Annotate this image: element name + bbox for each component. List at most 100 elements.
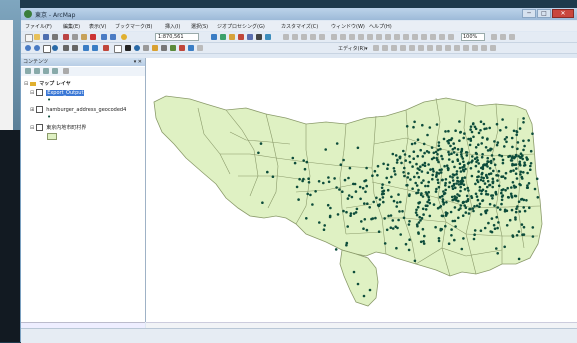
layer-label[interactable]: Export_Output	[46, 90, 85, 96]
menu-file[interactable]: ファイル(F)	[25, 23, 52, 30]
point-feature	[415, 213, 419, 217]
georef-icon[interactable]	[292, 34, 298, 40]
network-icon[interactable]	[319, 34, 325, 40]
layer-row-export-output[interactable]: ⊟ Export_Output	[30, 89, 85, 96]
collapse-icon[interactable]: ⊟	[30, 90, 34, 96]
minimize-button[interactable]: ─	[522, 9, 536, 18]
zoom-in-icon[interactable]	[25, 45, 31, 51]
fixed-zoom-out-icon[interactable]	[72, 45, 78, 51]
measure-icon[interactable]	[161, 45, 167, 51]
title-bar[interactable]: 東京 - ArcMap ─ □ ✕	[21, 8, 577, 20]
point-feature	[458, 166, 462, 170]
menu-geoprocessing[interactable]: ジオプロセシング(G)	[217, 23, 265, 30]
close-button[interactable]: ✕	[552, 9, 574, 18]
topology-icon[interactable]	[310, 34, 316, 40]
layer-visibility-checkbox[interactable]	[35, 124, 43, 131]
point-feature	[463, 132, 466, 135]
layer-visibility-checkbox[interactable]	[35, 106, 43, 113]
cut-icon[interactable]	[63, 34, 69, 40]
point-feature	[515, 207, 518, 210]
list-by-drawing-order-icon[interactable]	[25, 68, 31, 74]
point-feature	[529, 149, 533, 153]
save-icon[interactable]	[43, 34, 49, 40]
point-feature	[374, 216, 377, 220]
hyperlink-icon[interactable]	[143, 45, 149, 51]
layer-row-hamburger[interactable]: ⊞ hamburger_address_geocoded4	[30, 106, 126, 113]
point-feature	[416, 224, 419, 228]
time-slider-icon[interactable]	[197, 45, 203, 51]
point-feature	[514, 163, 518, 166]
go-to-xy-icon[interactable]	[188, 45, 194, 51]
find-route-icon[interactable]	[179, 45, 185, 51]
list-by-visibility-icon[interactable]	[43, 68, 49, 74]
spatial-adjust-icon[interactable]	[301, 34, 307, 40]
menu-insert[interactable]: 挿入(I)	[165, 23, 180, 30]
layer-row-municipalities[interactable]: ⊟ 東京内地市町村界	[30, 124, 86, 131]
layer-visibility-checkbox[interactable]	[35, 89, 43, 96]
html-popup-icon[interactable]	[152, 45, 158, 51]
point-feature	[399, 200, 402, 204]
toc-window-icon[interactable]	[220, 34, 226, 40]
maximize-button[interactable]: □	[537, 9, 551, 18]
paste-icon[interactable]	[81, 34, 87, 40]
point-feature	[480, 155, 484, 159]
identify-icon[interactable]	[134, 45, 140, 51]
new-document-icon[interactable]	[25, 34, 33, 42]
arctoolbox-icon[interactable]	[247, 34, 253, 40]
snapping-icon[interactable]	[283, 34, 289, 40]
disabled-tool-icon	[385, 34, 391, 40]
toc-pin-close-buttons[interactable]: ▾ ✕	[134, 58, 142, 66]
point-feature	[511, 234, 514, 237]
select-elements-icon[interactable]	[125, 45, 131, 51]
editor-menu[interactable]: エディタ(R)▾	[338, 45, 368, 52]
layer-group-row[interactable]: ⊟ マップ レイヤ	[24, 80, 71, 87]
zoom-out-icon[interactable]	[34, 45, 40, 51]
add-data-icon[interactable]	[121, 34, 127, 40]
point-feature	[376, 174, 379, 177]
zoom-combo[interactable]: 100%	[461, 33, 485, 41]
search-window-icon[interactable]	[238, 34, 244, 40]
forward-extent-icon[interactable]	[92, 45, 98, 51]
menu-selection[interactable]: 選択(S)	[191, 23, 208, 30]
select-features-icon[interactable]	[103, 45, 109, 51]
python-window-icon[interactable]	[256, 34, 262, 40]
menu-edit[interactable]: 編集(E)	[63, 23, 80, 30]
menu-windows[interactable]: ウィンドウ(W)	[331, 23, 365, 30]
find-icon[interactable]	[170, 45, 176, 51]
list-by-source-icon[interactable]	[34, 68, 40, 74]
point-feature	[365, 228, 369, 232]
collapse-icon[interactable]: ⊟	[24, 81, 28, 87]
fixed-zoom-in-icon[interactable]	[63, 45, 69, 51]
point-feature	[318, 221, 321, 224]
expand-icon[interactable]: ⊞	[30, 107, 34, 113]
editor-toolbar-icon[interactable]	[211, 34, 217, 40]
options-icon[interactable]	[63, 68, 69, 74]
point-feature	[441, 214, 445, 218]
point-feature	[464, 206, 468, 209]
redo-icon[interactable]	[110, 34, 116, 40]
open-folder-icon[interactable]	[34, 34, 40, 40]
full-extent-icon[interactable]	[52, 45, 58, 51]
list-by-selection-icon[interactable]	[52, 68, 58, 74]
map-scale-field[interactable]: 1:870,561	[155, 33, 199, 41]
point-feature	[466, 162, 470, 165]
layer-label[interactable]: 東京内地市町村界	[46, 125, 86, 131]
menu-customize[interactable]: カスタマイズ(C)	[281, 23, 318, 30]
layer-label[interactable]: hamburger_address_geocoded4	[46, 107, 126, 113]
menu-help[interactable]: ヘルプ(H)	[369, 23, 392, 30]
print-icon[interactable]	[52, 34, 58, 40]
model-builder-icon[interactable]	[265, 34, 271, 40]
menu-view[interactable]: 表示(V)	[89, 23, 106, 30]
undo-icon[interactable]	[101, 34, 107, 40]
menu-bookmarks[interactable]: ブックマーク(B)	[115, 23, 152, 30]
map-display[interactable]	[146, 58, 577, 322]
catalog-window-icon[interactable]	[229, 34, 235, 40]
copy-icon[interactable]	[72, 34, 78, 40]
collapse-icon[interactable]: ⊟	[30, 125, 34, 131]
pan-icon[interactable]	[43, 45, 51, 53]
clear-selection-icon[interactable]	[114, 45, 122, 53]
back-extent-icon[interactable]	[83, 45, 89, 51]
map-canvas[interactable]	[146, 58, 577, 322]
delete-icon[interactable]	[90, 34, 96, 40]
point-feature	[438, 206, 442, 209]
